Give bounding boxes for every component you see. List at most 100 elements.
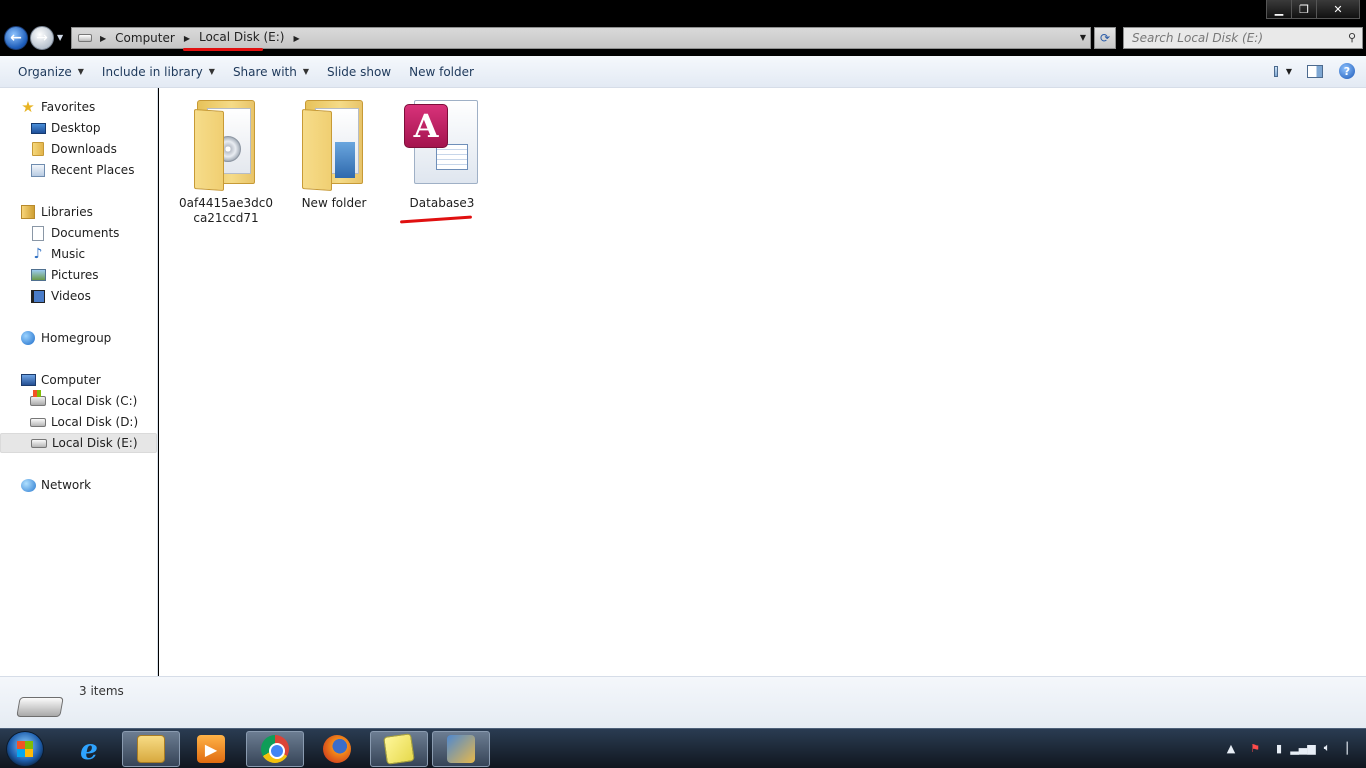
share-with-label: Share with bbox=[232, 64, 297, 79]
sidebar-item-favorites[interactable]: ★ Favorites bbox=[0, 97, 157, 117]
back-button[interactable]: ← bbox=[4, 26, 28, 50]
maximize-button[interactable]: ❐ bbox=[1291, 0, 1317, 19]
sidebar-item-label: Local Disk (E:) bbox=[52, 436, 138, 450]
sidebar-item-downloads[interactable]: Downloads bbox=[0, 139, 157, 159]
preview-pane-button[interactable] bbox=[1306, 62, 1324, 80]
windows-logo-icon bbox=[17, 741, 33, 757]
sidebar-item-homegroup[interactable]: Homegroup bbox=[0, 328, 157, 348]
sidebar-item-label: Favorites bbox=[41, 100, 96, 114]
volume-icon[interactable]: 🔈︎ bbox=[1320, 741, 1334, 755]
taskbar-ccleaner[interactable] bbox=[432, 731, 490, 767]
taskbar-sticky-notes[interactable] bbox=[370, 731, 428, 767]
new-folder-button[interactable]: New folder bbox=[409, 65, 490, 79]
sidebar-item-desktop[interactable]: Desktop bbox=[0, 118, 157, 138]
include-in-library-menu[interactable]: Include in library ▼ bbox=[102, 65, 231, 79]
drive-icon bbox=[30, 414, 46, 430]
taskbar-internet-explorer[interactable]: e bbox=[60, 731, 118, 767]
sidebar-item-label: Network bbox=[41, 478, 92, 492]
share-with-menu[interactable]: Share with ▼ bbox=[233, 65, 325, 79]
file-item[interactable]: 0af4415ae3dc0ca21ccd71 bbox=[176, 98, 276, 226]
star-icon: ★ bbox=[21, 98, 35, 116]
sidebar-item-local-disk-c[interactable]: Local Disk (C:) bbox=[0, 390, 157, 411]
command-bar: Organize ▼ Include in library ▼ Share with… bbox=[0, 56, 1366, 88]
videos-icon bbox=[30, 288, 46, 304]
change-view-button[interactable]: ▼ bbox=[1274, 62, 1292, 80]
chevron-down-icon: ▼ bbox=[208, 67, 215, 76]
chrome-icon bbox=[261, 735, 289, 763]
libraries-icon bbox=[20, 204, 36, 220]
sidebar-item-label: Pictures bbox=[51, 268, 99, 282]
start-button[interactable] bbox=[6, 731, 44, 767]
forward-arrow-icon: → bbox=[36, 30, 48, 46]
close-button[interactable]: ✕ bbox=[1316, 0, 1360, 19]
search-input[interactable] bbox=[1124, 28, 1334, 48]
sidebar-item-label: Desktop bbox=[51, 121, 101, 135]
file-name: 0af4415ae3dc0ca21ccd71 bbox=[179, 196, 273, 225]
sidebar-item-network[interactable]: Network bbox=[0, 475, 157, 495]
slide-show-button[interactable]: Slide show bbox=[327, 65, 407, 79]
pictures-icon bbox=[30, 267, 46, 283]
network-signal-icon[interactable]: ▂▄▆ bbox=[1290, 741, 1315, 755]
file-name: Database3 bbox=[409, 196, 475, 210]
minimize-button[interactable]: ▁ bbox=[1266, 0, 1292, 19]
chevron-down-icon: ▼ bbox=[1285, 66, 1292, 76]
chevron-right-icon[interactable]: ▶ bbox=[100, 34, 106, 43]
action-center-flag-icon[interactable]: ⚑ bbox=[1248, 741, 1262, 755]
sidebar-item-label: Music bbox=[51, 247, 86, 261]
folder-icon bbox=[193, 98, 259, 192]
sidebar-item-local-disk-e[interactable]: Local Disk (E:) bbox=[0, 433, 157, 453]
address-bar[interactable]: ▶ Computer ▶ Local Disk (E:) ▶ ▼ bbox=[71, 27, 1091, 49]
file-item[interactable]: A Database3 bbox=[392, 98, 492, 211]
taskbar-chrome[interactable] bbox=[246, 731, 304, 767]
help-button[interactable]: ? bbox=[1338, 62, 1356, 80]
refresh-icon: ⟳ bbox=[1099, 31, 1111, 45]
taskbar-media-player[interactable]: ▶ bbox=[182, 731, 240, 767]
sidebar-item-label: Downloads bbox=[51, 142, 117, 156]
taskbar-windows-explorer[interactable] bbox=[122, 731, 180, 767]
sidebar-item-label: Libraries bbox=[41, 205, 93, 219]
back-arrow-icon: ← bbox=[10, 30, 22, 46]
recent-pages-button[interactable]: ▼ bbox=[57, 33, 63, 42]
forward-button[interactable]: → bbox=[30, 26, 54, 50]
address-dropdown-icon[interactable]: ▼ bbox=[1080, 33, 1086, 42]
recent-places-icon bbox=[30, 162, 46, 178]
chevron-right-icon[interactable]: ▶ bbox=[184, 34, 190, 43]
system-tray: ▲ ⚑ ▮ ▂▄▆ 🔈︎ ▏ bbox=[1224, 741, 1358, 755]
show-hidden-icons-icon[interactable]: ▲ bbox=[1224, 741, 1238, 755]
breadcrumb-local-disk-e[interactable]: Local Disk (E:) bbox=[198, 30, 286, 46]
music-icon: ♪ bbox=[33, 246, 43, 262]
sidebar-item-libraries[interactable]: Libraries bbox=[0, 202, 157, 222]
refresh-button[interactable]: ⟳ bbox=[1094, 27, 1116, 49]
windows-explorer-icon bbox=[137, 735, 165, 763]
drive-icon bbox=[78, 34, 92, 42]
search-box[interactable]: ⚲ bbox=[1123, 27, 1363, 49]
navigation-pane: ★ Favorites Desktop Downloads Recent Pla… bbox=[0, 88, 158, 676]
sidebar-item-music[interactable]: ♪ Music bbox=[0, 244, 157, 264]
sidebar-item-pictures[interactable]: Pictures bbox=[0, 265, 157, 285]
homegroup-icon bbox=[20, 330, 36, 346]
sidebar-item-computer[interactable]: Computer bbox=[0, 370, 157, 390]
sidebar-item-local-disk-d[interactable]: Local Disk (D:) bbox=[0, 412, 157, 432]
title-bar: ▁ ❐ ✕ ← → ▼ ▶ Computer ▶ Local Disk (E:)… bbox=[0, 0, 1366, 56]
chevron-down-icon: ▼ bbox=[77, 67, 84, 76]
sidebar-item-label: Recent Places bbox=[51, 163, 135, 177]
details-pane: 3 items bbox=[0, 676, 1366, 728]
organize-menu[interactable]: Organize ▼ bbox=[18, 65, 100, 79]
chevron-right-icon[interactable]: ▶ bbox=[293, 34, 299, 43]
breadcrumb-computer[interactable]: Computer bbox=[114, 31, 176, 45]
power-icon[interactable]: ▮ bbox=[1272, 741, 1286, 755]
folder-icon bbox=[301, 98, 367, 192]
chevron-down-icon: ▼ bbox=[302, 67, 309, 76]
red-underline-annotation bbox=[399, 215, 473, 224]
ccleaner-icon bbox=[447, 735, 475, 763]
internet-explorer-icon: e bbox=[80, 732, 98, 766]
sidebar-item-videos[interactable]: Videos bbox=[0, 286, 157, 306]
file-item[interactable]: New folder bbox=[284, 98, 384, 211]
slide-show-label: Slide show bbox=[327, 64, 392, 79]
search-icon[interactable]: ⚲ bbox=[1348, 31, 1356, 44]
show-desktop-button[interactable]: ▏ bbox=[1344, 741, 1358, 755]
sidebar-item-documents[interactable]: Documents bbox=[0, 223, 157, 243]
taskbar: e ▶ ▲ ⚑ ▮ ▂▄▆ 🔈︎ ▏ bbox=[0, 728, 1366, 768]
sidebar-item-recent-places[interactable]: Recent Places bbox=[0, 160, 157, 180]
taskbar-firefox[interactable] bbox=[308, 731, 366, 767]
